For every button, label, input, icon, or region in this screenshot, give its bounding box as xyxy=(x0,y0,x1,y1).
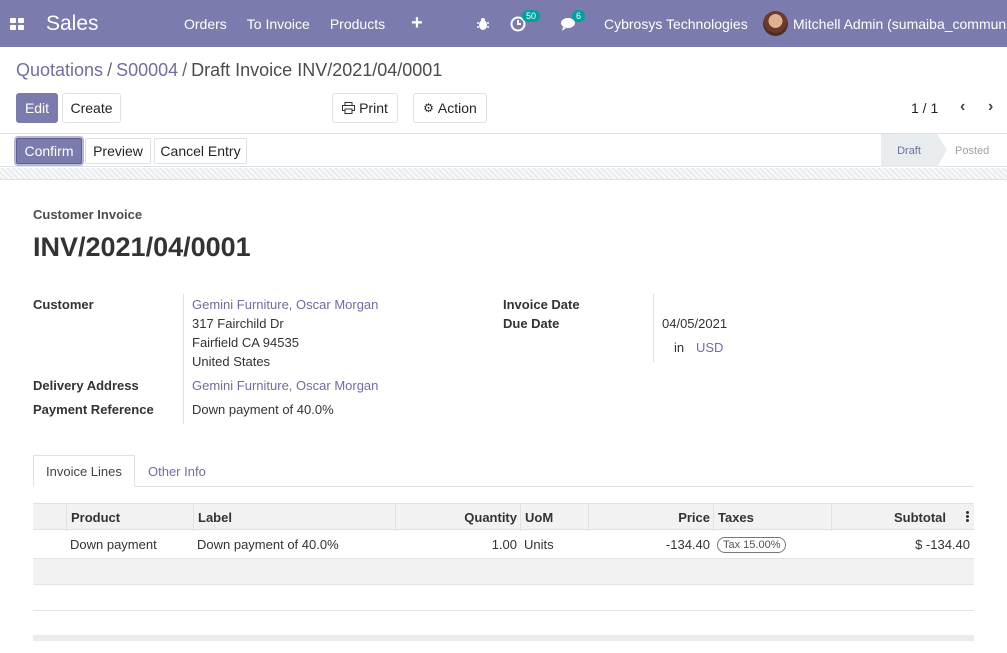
customer-address-line: United States xyxy=(192,354,271,369)
customer-address-line: 317 Fairchild Dr xyxy=(192,316,284,331)
create-button[interactable]: Create xyxy=(62,93,121,123)
action-label: Action xyxy=(437,100,477,116)
confirm-button[interactable]: Confirm xyxy=(16,138,82,164)
activity-clock-icon[interactable]: 50 xyxy=(510,9,541,33)
currency-link[interactable]: USD xyxy=(696,340,723,355)
chevron-left-icon[interactable]: ‹ xyxy=(960,98,965,116)
payment-reference-label: Payment Reference xyxy=(33,402,154,417)
cell-label[interactable]: Down payment of 40.0% xyxy=(197,531,339,558)
invoice-number: INV/2021/04/0001 xyxy=(33,232,251,262)
breadcrumb-sale-order[interactable]: S00004 xyxy=(116,60,178,80)
chevron-right-icon[interactable]: › xyxy=(988,98,993,116)
user-name: Mitchell Admin (sumaiba_community) xyxy=(793,15,1007,32)
gear-icon: ⚙ xyxy=(423,101,434,115)
cell-taxes[interactable]: Tax 15.00% xyxy=(717,531,787,558)
header-price[interactable]: Price xyxy=(588,504,714,531)
status-bar: Confirm Preview Cancel Entry Draft Poste… xyxy=(0,133,1007,167)
notebook-tabs: Invoice Lines Other Info xyxy=(33,455,974,487)
print-label: Print xyxy=(359,100,388,116)
print-button[interactable]: Print xyxy=(332,93,398,123)
empty-row xyxy=(33,559,974,585)
systray: 50 6 xyxy=(476,0,586,47)
edit-button[interactable]: Edit xyxy=(16,93,58,123)
stage-arrow xyxy=(937,134,947,167)
sheet-stripe xyxy=(0,168,1007,180)
tax-tag: Tax 15.00% xyxy=(717,536,787,553)
breadcrumb: Quotations / S00004/Draft Invoice INV/2021… xyxy=(16,60,442,81)
customer-label: Customer xyxy=(33,297,94,312)
field-divider xyxy=(653,294,654,362)
apps-menu-icon[interactable] xyxy=(10,17,24,30)
avatar xyxy=(763,11,788,36)
stage-draft: Draft xyxy=(881,134,937,167)
messages-chat-icon[interactable]: 6 xyxy=(560,9,586,33)
messages-count-badge: 6 xyxy=(572,9,586,22)
cell-price[interactable]: -134.40 xyxy=(588,531,710,558)
tab-other-info[interactable]: Other Info xyxy=(136,455,218,487)
invoice-type-label: Customer Invoice xyxy=(33,207,143,222)
customer-link[interactable]: Gemini Furniture, Oscar Morgan xyxy=(192,297,378,312)
user-menu[interactable]: Mitchell Admin (sumaiba_community) xyxy=(763,11,1007,36)
customer-address-line: Fairfield CA 94535 xyxy=(192,335,299,350)
tab-invoice-lines[interactable]: Invoice Lines xyxy=(33,455,135,487)
due-date-label: Due Date xyxy=(503,316,560,331)
cell-product[interactable]: Down payment xyxy=(70,531,157,558)
header-handle xyxy=(33,504,66,531)
field-divider xyxy=(183,294,184,424)
stage-posted[interactable]: Posted xyxy=(955,134,989,167)
header-uom[interactable]: UoM xyxy=(520,504,589,531)
header-subtotal[interactable]: Subtotal xyxy=(831,504,950,531)
cancel-entry-button[interactable]: Cancel Entry xyxy=(154,138,247,164)
breadcrumb-current: Draft Invoice INV/2021/04/0001 xyxy=(191,60,443,80)
menu-to-invoice[interactable]: To Invoice xyxy=(247,16,310,32)
company-switcher[interactable]: Cybrosys Technologies xyxy=(604,16,748,32)
pager-value[interactable]: 1 / 1 xyxy=(911,100,938,116)
delivery-address-label: Delivery Address xyxy=(33,378,139,393)
cell-subtotal: $ -134.40 xyxy=(915,537,970,552)
invoice-lines-header: Product Label Quantity UoM Price Taxes S… xyxy=(33,503,974,531)
header-taxes[interactable]: Taxes xyxy=(713,504,832,531)
plus-icon[interactable]: + xyxy=(411,12,423,35)
breadcrumb-separator: / xyxy=(182,60,188,80)
cell-uom[interactable]: Units xyxy=(524,531,554,558)
table-footer xyxy=(33,635,974,641)
breadcrumb-separator: / xyxy=(107,60,113,80)
currency-prefix: in xyxy=(674,340,685,355)
due-date-value[interactable]: 04/05/2021 xyxy=(662,316,727,331)
preview-button[interactable]: Preview xyxy=(85,138,151,164)
empty-row xyxy=(33,585,974,611)
menu-orders[interactable]: Orders xyxy=(184,16,227,32)
header-product[interactable]: Product xyxy=(66,504,193,531)
cell-quantity[interactable]: 1.00 xyxy=(395,531,517,558)
delivery-address-link[interactable]: Gemini Furniture, Oscar Morgan xyxy=(192,378,378,393)
action-button[interactable]: ⚙ Action xyxy=(413,93,487,123)
activity-count-badge: 50 xyxy=(522,9,541,22)
debug-bug-icon[interactable] xyxy=(476,17,490,31)
table-row[interactable]: Down payment Down payment of 40.0% 1.00 … xyxy=(33,531,974,559)
optional-columns-icon[interactable] xyxy=(966,511,969,523)
header-quantity[interactable]: Quantity xyxy=(395,504,521,531)
menu-products[interactable]: Products xyxy=(330,16,385,32)
payment-reference-value[interactable]: Down payment of 40.0% xyxy=(192,402,334,417)
printer-icon xyxy=(342,102,356,114)
header-label[interactable]: Label xyxy=(193,504,396,531)
top-navbar: Sales Orders To Invoice Products + 50 6 … xyxy=(0,0,1007,47)
invoice-date-label: Invoice Date xyxy=(503,297,580,312)
breadcrumb-quotations[interactable]: Quotations xyxy=(16,60,103,80)
app-name[interactable]: Sales xyxy=(46,12,136,36)
